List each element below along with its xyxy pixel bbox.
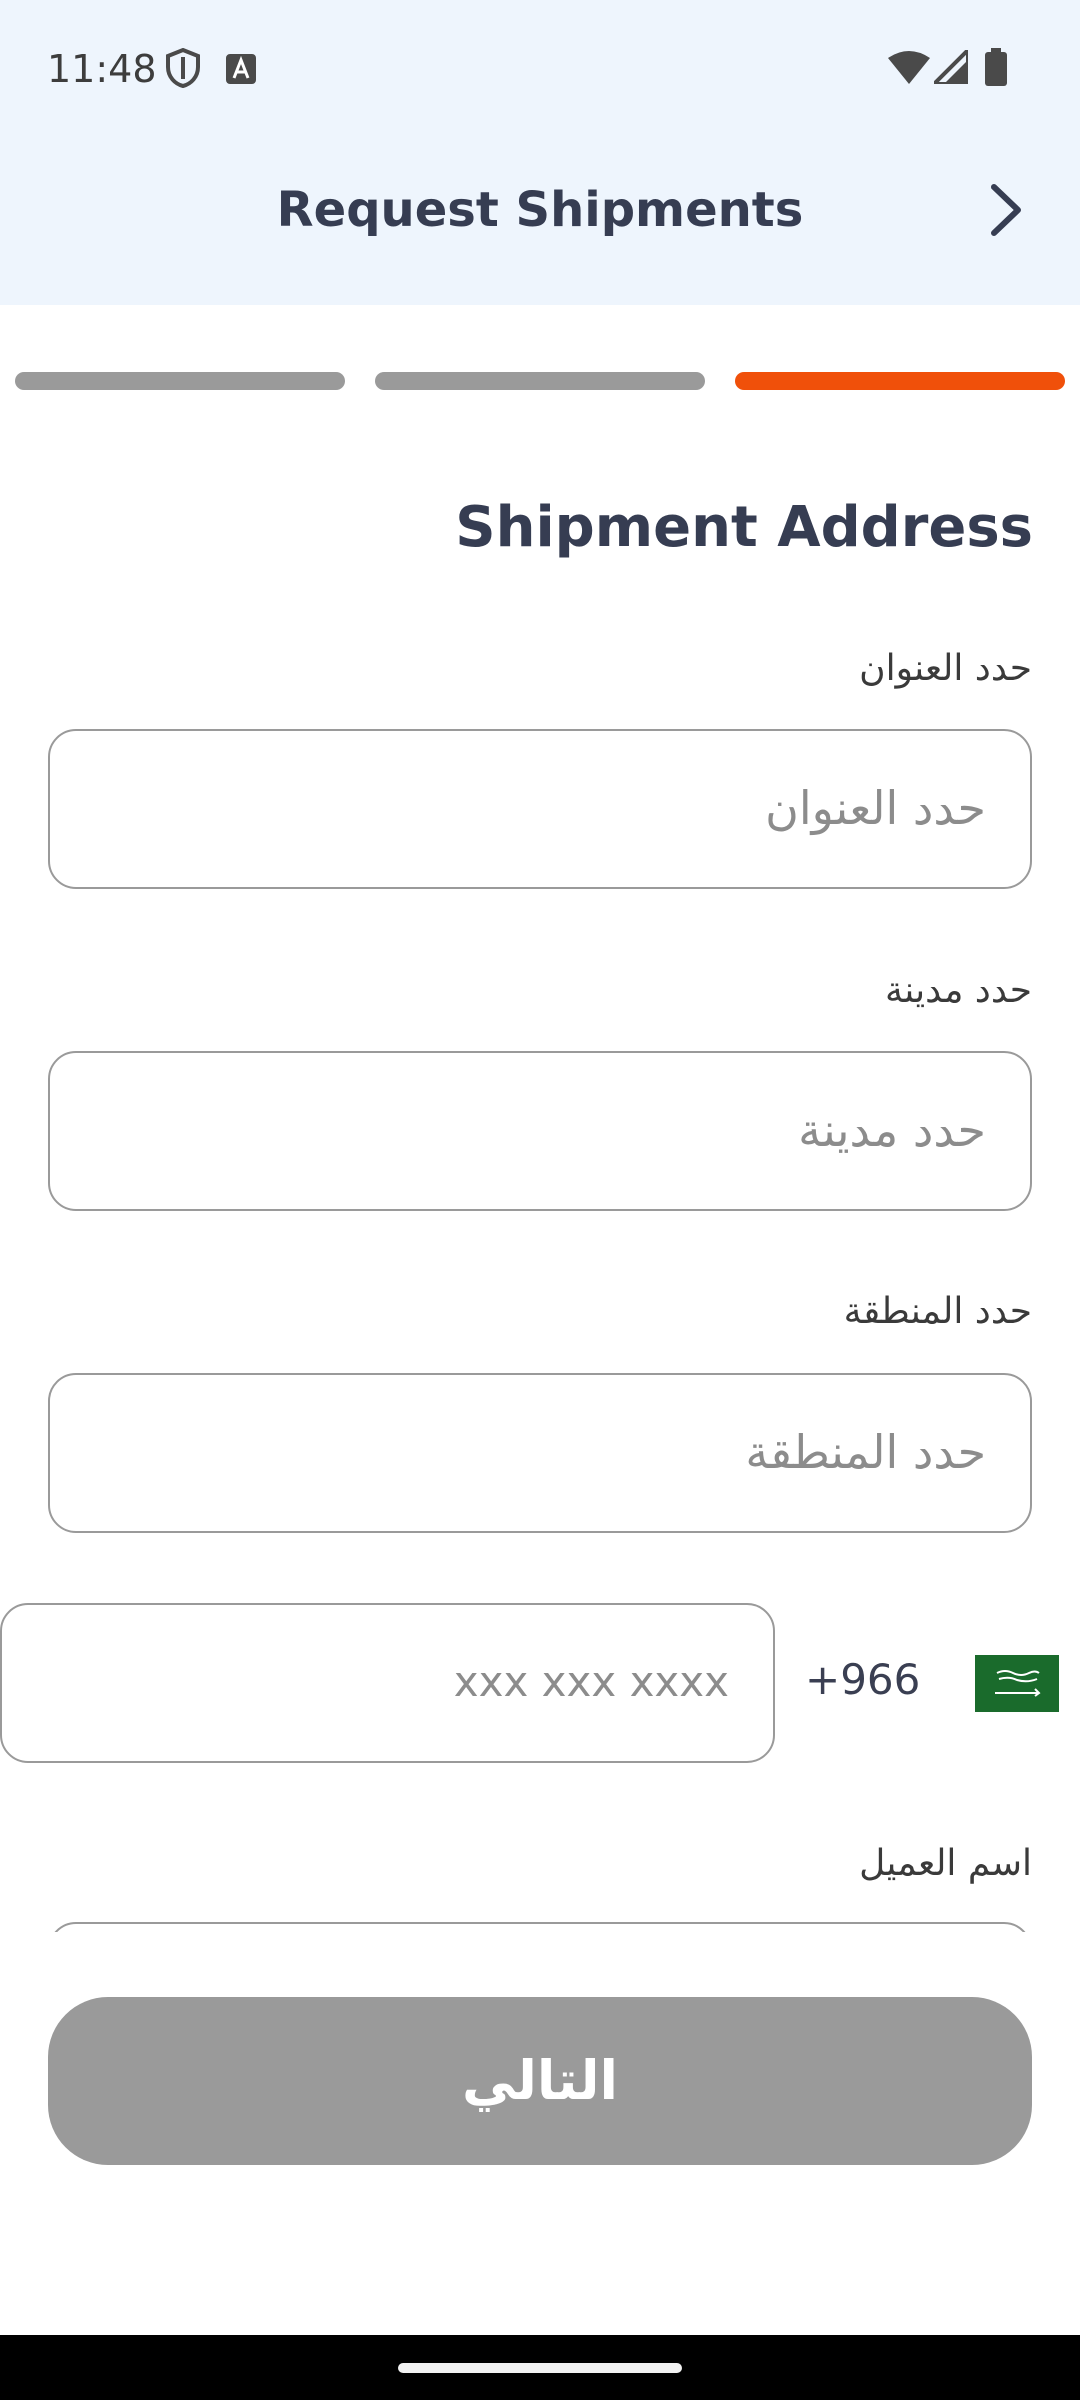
status-time: 11:48 — [47, 47, 157, 91]
forward-button[interactable] — [970, 175, 1040, 245]
region-placeholder: حدد المنطقة — [745, 1425, 986, 1479]
wifi-icon — [888, 50, 930, 89]
phone-input[interactable]: xxx xxx xxxx — [0, 1603, 775, 1763]
chevron-right-icon — [991, 184, 1021, 236]
region-input[interactable]: حدد المنطقة — [48, 1373, 1032, 1533]
address-label: حدد العنوان — [859, 648, 1032, 689]
shield-icon — [165, 47, 201, 93]
text-a-icon — [226, 54, 256, 89]
step-indicator-2 — [375, 372, 705, 390]
city-label: حدد مدينة — [885, 970, 1032, 1011]
address-input[interactable]: حدد العنوان — [48, 729, 1032, 889]
address-placeholder: حدد العنوان — [765, 781, 986, 835]
customer-name-input-edge[interactable] — [48, 1922, 1032, 1932]
city-placeholder: حدد مدينة — [798, 1103, 986, 1157]
city-input[interactable]: حدد مدينة — [48, 1051, 1032, 1211]
step-indicator-1 — [15, 372, 345, 390]
section-title: Shipment Address — [455, 495, 1033, 560]
customer-name-label: اسم العميل — [859, 1843, 1032, 1884]
home-gesture-handle[interactable] — [398, 2363, 682, 2373]
step-indicator-3-active — [735, 372, 1065, 390]
signal-icon — [932, 48, 970, 89]
phone-placeholder: xxx xxx xxxx — [453, 1657, 729, 1706]
battery-icon — [985, 48, 1007, 91]
next-button[interactable]: التالي — [48, 1997, 1032, 2165]
saudi-arabia-flag-icon[interactable] — [975, 1655, 1059, 1712]
country-code[interactable]: +966 — [805, 1655, 920, 1704]
page-title: Request Shipments — [276, 182, 804, 238]
app-bar — [0, 0, 1080, 305]
region-label: حدد المنطقة — [843, 1291, 1032, 1332]
